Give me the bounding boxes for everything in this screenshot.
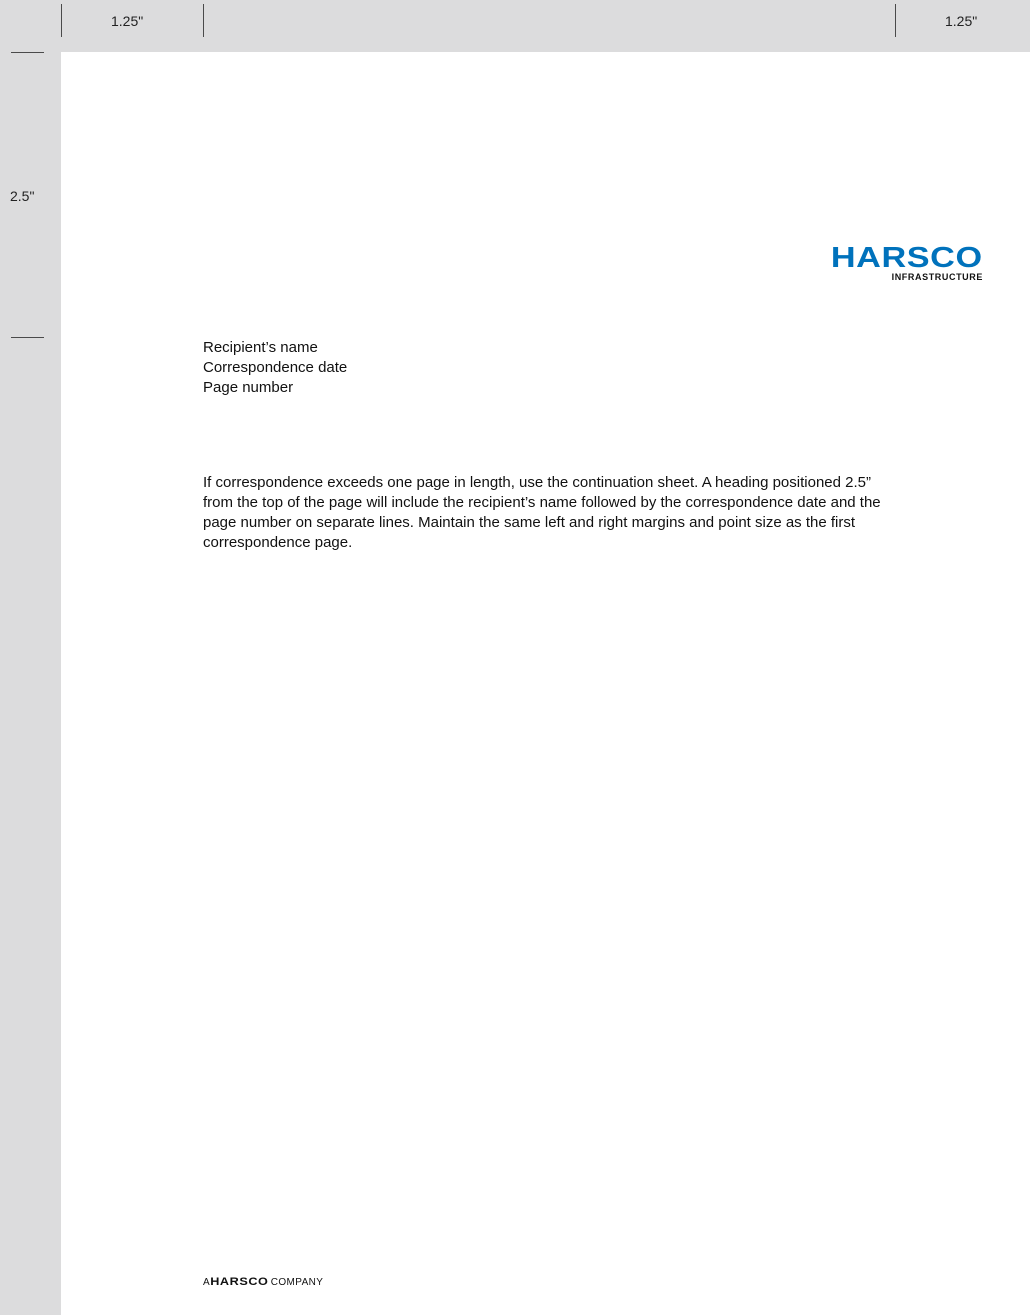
correspondence-date: Correspondence date <box>203 359 348 376</box>
left-text-margin-marker <box>203 4 204 37</box>
continuation-heading: Recipient’s name Correspondence date Pag… <box>203 338 347 398</box>
top-ruler: 1.25" 1.25" <box>0 0 1030 52</box>
logo-wordmark: HARSCO <box>831 242 983 274</box>
left-ruler <box>0 52 61 1315</box>
footer-suffix: COMPANY <box>270 1277 324 1288</box>
left-margin-label: 1.25" <box>111 13 144 29</box>
right-text-margin-marker <box>895 4 896 37</box>
left-margin-marker <box>61 4 62 37</box>
top-margin-label: 2.5" <box>10 188 35 204</box>
footer-company-line: AHARSCO COMPANY <box>203 1276 323 1289</box>
logo-subtitle: INFRASTRUCTURE <box>891 272 983 282</box>
recipient-name: Recipient’s name <box>203 339 318 356</box>
footer-brand: HARSCO <box>210 1276 269 1288</box>
page-number: Page number <box>203 379 294 396</box>
page-top-marker <box>11 52 44 53</box>
heading-start-marker <box>11 337 44 338</box>
right-margin-label: 1.25" <box>945 13 978 29</box>
body-paragraph: If correspondence exceeds one page in le… <box>203 474 881 551</box>
harsco-infrastructure-logo: HARSCO INFRASTRUCTURE <box>797 244 983 288</box>
footer-prefix: A <box>203 1277 211 1288</box>
